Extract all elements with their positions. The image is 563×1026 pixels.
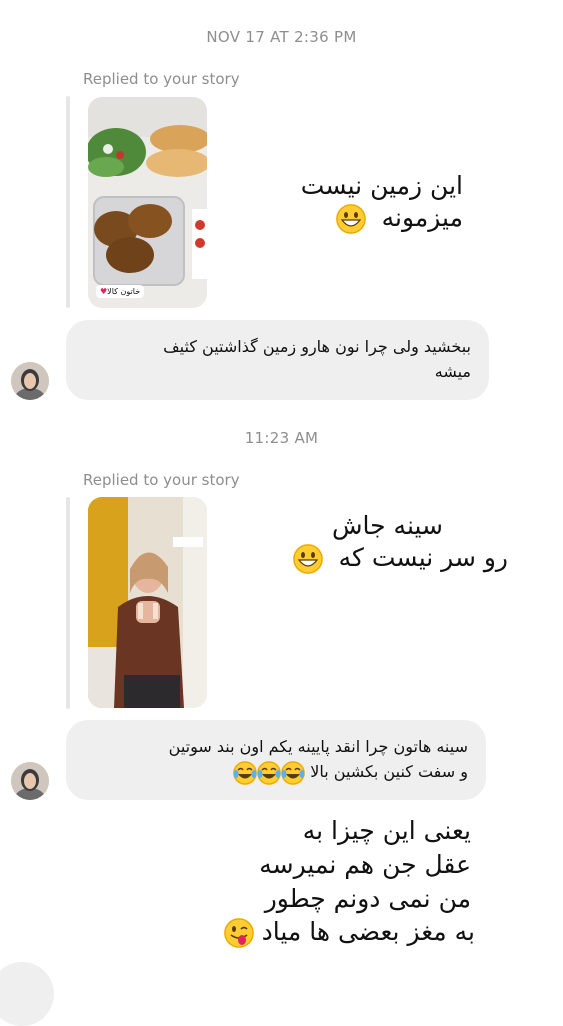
outgoing-message-3: یعنی این چیزا به عقل جن هم نمیرسه من نمی…: [259, 814, 471, 916]
message-line: سینه جاش: [332, 511, 443, 540]
avatar[interactable]: [11, 362, 49, 400]
message-line-with-emoji: میزمونه: [301, 202, 463, 234]
message-timestamp: NOV 17 AT 2:36 PM: [206, 28, 357, 46]
face-with-tears-of-joy-icon: [281, 760, 306, 785]
message-line: یعنی این چیزا به: [302, 816, 471, 845]
incoming-message-bubble[interactable]: ببخشید ولی چرا نون هارو زمین گذاشتین کثی…: [66, 320, 489, 400]
message-line: ببخشید ولی چرا نون هارو زمین گذاشتین کثی…: [163, 337, 471, 356]
grinning-face-icon: [292, 544, 323, 574]
incoming-message-bubble[interactable]: سینه هاتون چرا انقد پایینه یکم اون بند س…: [66, 720, 486, 800]
grinning-face-icon: [335, 204, 366, 234]
face-with-tears-of-joy-icon: [257, 760, 282, 785]
message-line: این زمین نیست: [300, 171, 463, 200]
replied-to-story-label: Replied to your story: [83, 471, 240, 489]
message-line-with-emoji: و سفت کنین بکشین بالا: [84, 759, 468, 785]
message-line: به مغز بعضی ها میاد: [261, 917, 475, 946]
face-with-tears-of-joy-icon: [233, 760, 258, 785]
story-image-food: [88, 97, 207, 308]
story-tag: خاتون کالا♥: [96, 285, 145, 298]
avatar-image: [11, 762, 49, 800]
reply-indicator-bar: [66, 96, 70, 308]
partial-message-bubble: [0, 962, 54, 1026]
message-timestamp: 11:23 AM: [244, 429, 319, 447]
message-line: من نمی دونم چطور: [264, 884, 471, 913]
replied-to-story-label: Replied to your story: [83, 70, 240, 88]
outgoing-message-3-last-line: به مغز بعضی ها میاد: [223, 916, 475, 948]
outgoing-message-2: سینه جاش رو سر نیست که: [292, 510, 508, 574]
message-line-with-emoji: رو سر نیست که: [292, 542, 508, 574]
outgoing-message-1: این زمین نیست میزمونه: [301, 170, 463, 234]
avatar-image: [11, 362, 49, 400]
message-line: عقل جن هم نمیرسه: [259, 850, 471, 879]
winking-face-with-tongue-icon: [223, 918, 254, 948]
story-image-person: [88, 497, 207, 708]
message-line: سینه هاتون چرا انقد پایینه یکم اون بند س…: [168, 737, 468, 756]
message-line: میشه: [434, 362, 471, 381]
avatar[interactable]: [11, 762, 49, 800]
reply-indicator-bar: [66, 497, 70, 709]
story-thumbnail-video[interactable]: [88, 497, 207, 708]
story-thumbnail-food[interactable]: خاتون کالا♥: [88, 97, 207, 308]
